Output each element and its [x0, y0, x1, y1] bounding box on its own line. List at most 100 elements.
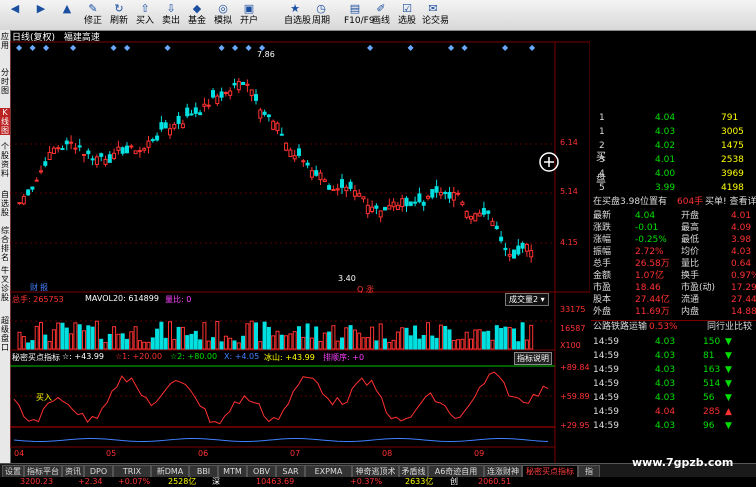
indicator-name[interactable]: 秘密买点指标 [12, 352, 60, 363]
volume-bar [39, 322, 43, 350]
sector-name[interactable]: 公路铁路运输 [593, 321, 647, 334]
sell-button[interactable]: ⇩ 卖出 [160, 1, 182, 29]
volume-bar [249, 320, 254, 350]
volume-bar [198, 339, 203, 350]
report-marker[interactable]: 报 [40, 282, 48, 293]
toolbar-button-label: 刷新 [109, 16, 128, 26]
volume-bar [185, 335, 190, 350]
buy-button[interactable]: ⇧ 买入 [134, 1, 156, 29]
candle [524, 243, 529, 252]
x-axis-tick: 07 [290, 449, 301, 458]
candle [271, 120, 276, 130]
account-button[interactable]: ▣ 开户 [238, 1, 260, 29]
candle [249, 89, 254, 96]
edit-button[interactable]: ✎ 修正 [82, 1, 104, 29]
volume-bar [215, 320, 220, 350]
tick-row: 14:59 4.04 285 ▲ [591, 406, 756, 419]
tick-row: 14:59 4.03 56 ▼ [591, 392, 756, 405]
volume-bar [314, 326, 319, 350]
sidebar-item-4[interactable]: 自选股 [0, 190, 10, 217]
candle [155, 135, 160, 141]
sidebar-item-7[interactable]: 超级盘口 [0, 316, 10, 352]
account-icon: ▣ [243, 2, 255, 15]
candle [82, 153, 86, 156]
candle [120, 147, 125, 154]
up-button[interactable]: ▲ [56, 1, 78, 29]
sell-icon: ⇩ [166, 2, 176, 15]
volume-bar [146, 341, 151, 350]
forward-button[interactable]: ▶ [30, 1, 52, 29]
select-button[interactable]: ☑ 选股 [396, 1, 418, 29]
sector-compare-link[interactable]: 同行业比较 [707, 321, 752, 334]
volume-bar [464, 331, 469, 350]
candle [206, 104, 211, 107]
signal-marker: ◆ [124, 43, 131, 52]
candle [90, 158, 95, 161]
volume-bar [137, 340, 142, 350]
candle [279, 133, 284, 136]
draw-button[interactable]: ✐ 画线 [370, 1, 392, 29]
candle [39, 170, 43, 173]
candle [236, 80, 241, 91]
volume-bar [348, 325, 353, 350]
watchlist-button[interactable]: ★ 自选股 [284, 1, 311, 29]
sidebar-item-0[interactable]: 应用 [0, 32, 10, 50]
candle [434, 186, 439, 193]
tick-time: 14:59 [593, 337, 619, 347]
candle [318, 172, 323, 181]
volume-bar [352, 329, 357, 350]
refresh-button[interactable]: ↻ 刷新 [108, 1, 130, 29]
volume-bar [413, 325, 418, 350]
volume-bar [383, 338, 387, 350]
candle [335, 188, 340, 191]
volume-bar [477, 329, 482, 350]
signal-marker: ◆ [502, 43, 509, 52]
arrow-down-icon: ▼ [725, 351, 732, 361]
sidebar-item-6[interactable]: 牛叉诊股 [0, 266, 10, 302]
financial-marker[interactable]: 财 [30, 282, 38, 293]
sidebar-item-5[interactable]: 综合排名 [0, 226, 10, 262]
candle [438, 191, 443, 196]
volume-bar [430, 335, 435, 350]
candle [159, 122, 164, 130]
simulate-button[interactable]: ◎ 模拟 [212, 1, 234, 29]
volume-bar [327, 331, 332, 350]
sidebar-item-1[interactable]: 分时图 [0, 68, 10, 95]
volume-bar [219, 341, 224, 350]
back-button[interactable]: ◀ [4, 1, 26, 29]
order-status-action[interactable]: 买单! 查看详细 [705, 196, 756, 209]
sidebar-item-2[interactable]: K线图 [0, 108, 10, 135]
period-button[interactable]: ◷ 周期 [310, 1, 332, 29]
kline-chart[interactable]: ◆ ◆ ◆ ◆ ◆ ◆ ◆ ◆ ◆ ◆ ◆ ◆ ◆ ◆ ◆ ◆ ◆ [10, 30, 590, 463]
candle [47, 151, 52, 161]
volume-bar [211, 337, 215, 350]
chevron-down-icon: ▾ [540, 295, 545, 304]
toolbar-button-label: 修正 [83, 16, 102, 26]
sidebar-item-3[interactable]: 个股资料 [0, 142, 10, 178]
order-price: 4.00 [655, 169, 676, 179]
zhang-marker[interactable]: Q 涨 [357, 284, 374, 295]
candle [99, 153, 104, 157]
volume-bar [30, 340, 35, 350]
volume-dropdown[interactable]: 成交量2 ▾ [505, 293, 549, 306]
toolbar: ◀ ▶ ▲ ✎ 修正 ↻ 刷新 ⇧ 买入 ⇩ 卖出 ◆ 基金 ◎ 模拟 ▣ 开户 ★ 自选股 ◷ 周期 ▤ F10/F9 ✐ 画… [0, 0, 756, 31]
candle [473, 213, 478, 222]
volume-total: 总手: 265753 [12, 295, 64, 304]
volume-bar [374, 340, 379, 350]
indicator-help-button[interactable]: 指标说明 [514, 352, 552, 365]
fund-button[interactable]: ◆ 基金 [186, 1, 208, 29]
volume-bar [443, 325, 448, 350]
candle [275, 122, 280, 132]
toolbar-button-label: 模拟 [213, 16, 232, 26]
tick-price: 4.03 [655, 365, 676, 375]
buy-icon: ⇧ [140, 2, 150, 15]
f10-button[interactable]: ▤ F10/F9 [344, 1, 375, 29]
candle [69, 141, 74, 144]
quote-label: 内盘 [681, 307, 700, 317]
indicator-scale-low: +29.95 [560, 421, 590, 430]
volume-bar [507, 326, 512, 350]
arrow-down-icon: ▼ [725, 379, 732, 389]
candle [129, 145, 134, 148]
candle [292, 155, 297, 160]
forum-button[interactable]: ✉ 论交易 [422, 1, 449, 29]
